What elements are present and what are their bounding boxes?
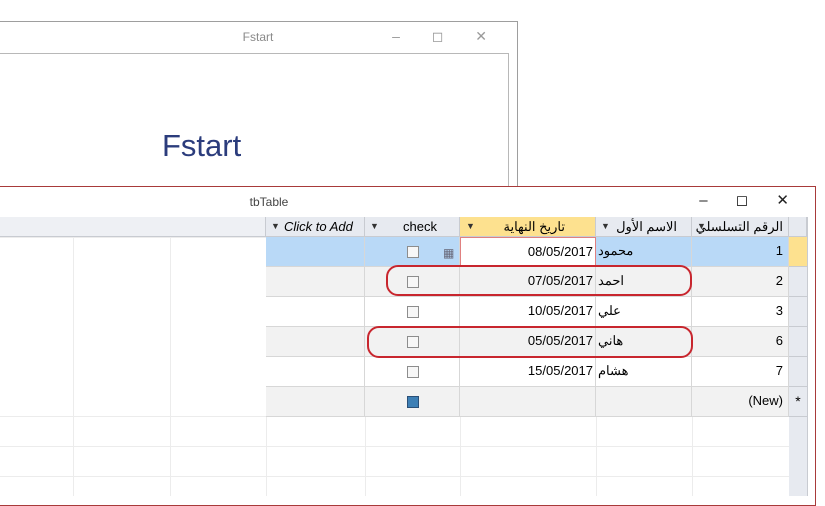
table-cell[interactable]: 6 — [692, 327, 789, 357]
record-selector[interactable] — [789, 267, 807, 297]
cell-date: 10/05/2017 — [527, 303, 593, 318]
new-record-label: (New) — [748, 393, 783, 408]
cell-serial: 3 — [775, 303, 783, 318]
new-record-marker[interactable]: * — [789, 387, 807, 417]
record-selector[interactable] — [789, 327, 807, 357]
fstart-window-controls[interactable]: – ◻ ✕ — [392, 28, 501, 45]
table-cell[interactable] — [365, 357, 460, 387]
grid-line — [0, 446, 808, 447]
column-header-first-name[interactable]: ▼ الاسم الأول — [596, 217, 692, 237]
table-cell[interactable] — [266, 387, 365, 417]
checkbox[interactable] — [407, 306, 419, 318]
table-cell[interactable] — [266, 267, 365, 297]
table-cell[interactable] — [596, 387, 692, 417]
record-selector[interactable] — [789, 357, 807, 387]
table-cell-active[interactable]: ▦ 08/05/2017 — [443, 237, 596, 267]
table-cell[interactable] — [266, 357, 365, 387]
table-cell[interactable]: 10/05/2017 — [460, 297, 596, 327]
grid-line — [0, 237, 266, 238]
table-cell[interactable] — [365, 297, 460, 327]
column-header-label: الرقم التسلسلي — [695, 219, 783, 234]
column-header-label: check — [403, 219, 437, 234]
table-cell[interactable]: 7 — [692, 357, 789, 387]
fstart-window: Fstart – ◻ ✕ — [0, 21, 518, 213]
record-selector[interactable] — [789, 297, 807, 327]
tbtable-window-controls[interactable]: – ◻ ✕ — [699, 191, 801, 209]
table-cell[interactable]: 2 — [692, 267, 789, 297]
table-cell[interactable]: محمود — [596, 237, 692, 267]
grid-line — [0, 476, 808, 477]
column-header-label: Click to Add — [284, 219, 353, 234]
grid-line — [692, 417, 693, 496]
column-header-click-to-add[interactable]: ▼ Click to Add — [266, 217, 365, 237]
grid-line — [807, 217, 808, 496]
column-header-serial[interactable]: ▼ الرقم التسلسلي — [692, 217, 789, 237]
select-all-corner[interactable] — [789, 217, 807, 237]
grid-line — [365, 417, 366, 496]
table-cell[interactable]: 1 — [692, 237, 789, 267]
table-cell[interactable]: علي — [596, 297, 692, 327]
grid-line — [460, 417, 461, 496]
cell-date: 08/05/2017 — [527, 244, 593, 259]
calendar-icon[interactable]: ▦ — [443, 239, 454, 267]
dropdown-arrow-icon[interactable]: ▼ — [466, 217, 475, 236]
tbtable-title: tbTable — [249, 195, 289, 209]
annotation-ring — [386, 265, 692, 296]
grid-line — [73, 217, 74, 496]
record-selector-strip — [789, 417, 807, 496]
table-cell[interactable] — [266, 297, 365, 327]
annotation-ring — [367, 326, 693, 358]
new-record-cell[interactable]: (New) — [692, 387, 789, 417]
checkbox[interactable] — [407, 246, 419, 258]
table-cell[interactable]: هشام — [596, 357, 692, 387]
cell-serial: 2 — [775, 273, 783, 288]
grid-line — [170, 217, 171, 496]
table-cell[interactable] — [460, 387, 596, 417]
cell-name: علي — [598, 303, 621, 318]
column-header-label: تاريخ النهاية — [503, 219, 565, 234]
table-cell[interactable] — [266, 237, 365, 267]
dropdown-arrow-icon[interactable]: ▼ — [271, 217, 280, 236]
dropdown-arrow-icon[interactable]: ▼ — [601, 217, 610, 236]
record-selector[interactable] — [789, 237, 807, 267]
header-filler — [0, 217, 266, 237]
fstart-heading: Fstart — [162, 128, 242, 163]
checkbox[interactable] — [407, 366, 419, 378]
cell-name: محمود — [598, 243, 634, 258]
column-header-end-date[interactable]: ▼ تاريخ النهاية — [460, 217, 596, 237]
grid-line — [596, 417, 597, 496]
cell-serial: 1 — [775, 243, 783, 258]
table-cell[interactable] — [266, 327, 365, 357]
grid-line — [266, 417, 267, 496]
column-header-check[interactable]: ▼ check — [365, 217, 460, 237]
column-header-label: الاسم الأول — [616, 219, 677, 234]
cell-serial: 6 — [775, 333, 783, 348]
table-cell[interactable]: 15/05/2017 — [460, 357, 596, 387]
table-cell[interactable] — [365, 387, 460, 417]
cell-serial: 7 — [775, 363, 783, 378]
checkbox[interactable] — [407, 396, 419, 408]
datasheet-grid: ▼ Click to Add ▼ check ▼ تاريخ النهاية ▼… — [0, 217, 808, 496]
cell-date: 15/05/2017 — [527, 363, 593, 378]
dropdown-arrow-icon[interactable]: ▼ — [370, 217, 379, 236]
table-cell[interactable]: 3 — [692, 297, 789, 327]
cell-name: هشام — [598, 363, 629, 378]
